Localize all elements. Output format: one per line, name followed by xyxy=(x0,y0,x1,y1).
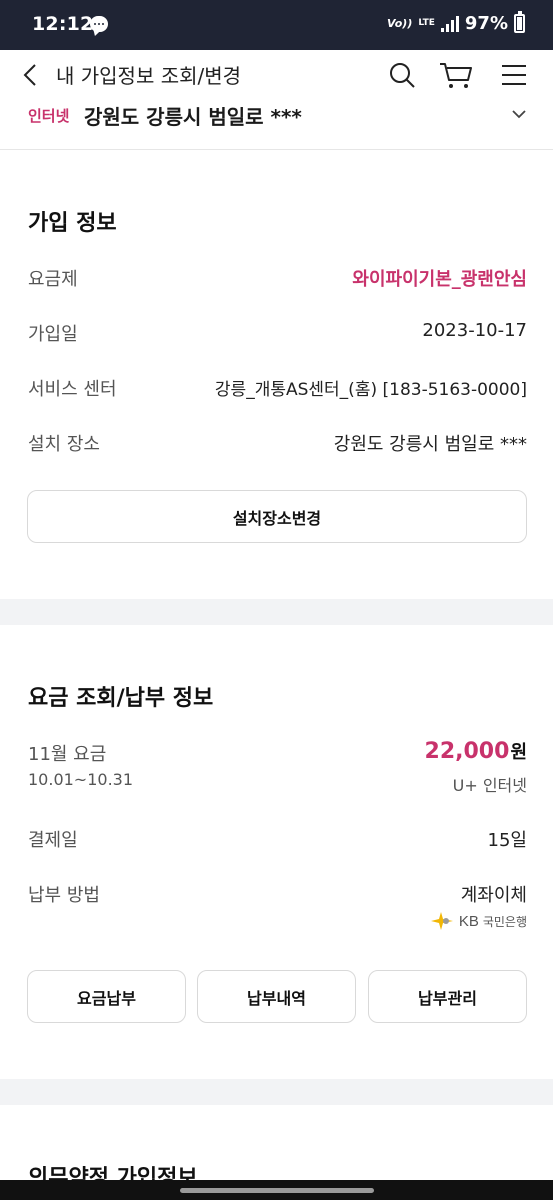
pay-bill-button[interactable]: 요금납부 xyxy=(27,970,186,1023)
status-bar: 12:12 Vo)) LTE 97% xyxy=(0,0,553,50)
section-divider xyxy=(0,1079,553,1105)
status-time: 12:12 xyxy=(32,13,94,35)
service-center-label: 서비스 센터 xyxy=(28,379,117,400)
search-icon[interactable] xyxy=(387,60,417,90)
join-date-label: 가입일 xyxy=(28,324,78,345)
page-title: 내 가입정보 조회/변경 xyxy=(56,64,242,88)
change-install-location-button[interactable]: 설치장소변경 xyxy=(27,490,527,543)
signal-icon xyxy=(440,15,459,32)
service-address: 강원도 강릉시 범일로 *** xyxy=(84,105,302,129)
lte-indicator: LTE xyxy=(418,18,435,28)
plan-value: 와이파이기본_광랜안심 xyxy=(352,269,527,290)
billing-period: 10.01~10.31 xyxy=(28,770,134,789)
chat-notification-icon xyxy=(90,16,108,32)
plan-label: 요금제 xyxy=(28,269,78,290)
app-header: 내 가입정보 조회/변경 xyxy=(0,50,553,100)
menu-icon[interactable] xyxy=(500,60,528,90)
service-type-tag: 인터넷 xyxy=(28,107,70,125)
bank-logo-text: KB xyxy=(458,912,479,930)
chevron-down-icon[interactable] xyxy=(511,106,527,122)
billing-section-title: 요금 조회/납부 정보 xyxy=(28,686,214,711)
battery-percent: 97% xyxy=(464,13,508,34)
service-center-value: 강릉_개통AS센터_(홈) [183-5163-0000] xyxy=(214,380,527,400)
service-address-selector[interactable]: 인터넷 강원도 강릉시 범일로 *** xyxy=(0,100,553,150)
pay-day-label: 결제일 xyxy=(28,830,78,851)
volte-indicator: Vo)) xyxy=(387,17,413,30)
cart-icon[interactable] xyxy=(438,60,474,90)
payment-management-button[interactable]: 납부관리 xyxy=(368,970,527,1023)
install-location-value: 강원도 강릉시 범일로 *** xyxy=(333,434,527,455)
battery-icon xyxy=(514,11,525,33)
bank-name: 국민은행 xyxy=(482,914,527,929)
payment-method-value: 계좌이체 xyxy=(460,885,527,906)
payment-history-button[interactable]: 납부내역 xyxy=(197,970,356,1023)
billing-month-label: 11월 요금 xyxy=(28,744,107,765)
pay-day-value: 15일 xyxy=(487,830,527,851)
section-divider xyxy=(0,599,553,625)
billing-amount-value: 22,000 xyxy=(424,739,510,764)
billing-product: U+ 인터넷 xyxy=(452,776,527,795)
billing-amount-unit: 원 xyxy=(510,742,527,763)
payment-method-label: 납부 방법 xyxy=(28,885,100,906)
billing-amount: 22,000원 xyxy=(425,738,527,764)
bank-logo: KB 국민은행 xyxy=(429,910,527,932)
join-date-value: 2023-10-17 xyxy=(422,320,527,341)
home-handle[interactable] xyxy=(180,1188,374,1193)
install-location-label: 설치 장소 xyxy=(28,434,100,455)
gesture-nav-bar xyxy=(0,1180,553,1200)
kb-star-icon xyxy=(430,912,453,930)
back-icon[interactable] xyxy=(20,62,46,88)
subscription-section-title: 가입 정보 xyxy=(28,211,117,236)
